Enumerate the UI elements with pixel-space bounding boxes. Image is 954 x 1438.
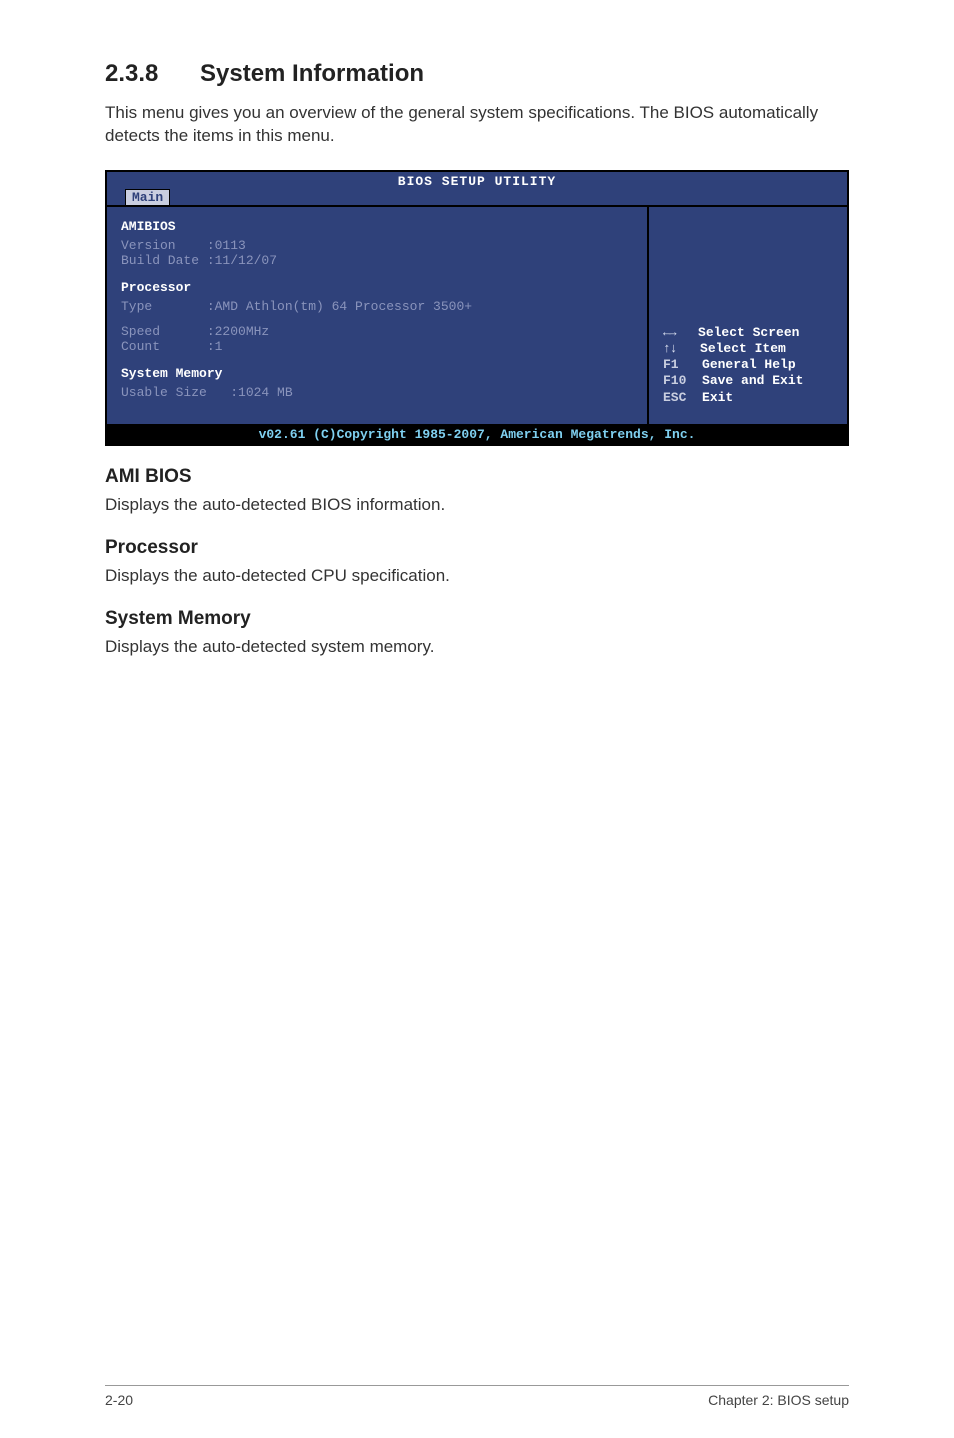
bios-usablesize-row: Usable Size :1024 MB	[121, 385, 633, 400]
bios-title: BIOS SETUP UTILITY	[107, 172, 847, 189]
section-intro: This menu gives you an overview of the g…	[105, 102, 849, 148]
arrows-up-down-icon: ↑↓	[663, 341, 677, 356]
bios-right-pane: ←→ Select Screen ↑↓ Select Item F1 Gener…	[649, 207, 847, 424]
bios-left-pane: AMIBIOS Version :0113 Build Date :11/12/…	[107, 207, 649, 424]
bios-body: AMIBIOS Version :0113 Build Date :11/12/…	[107, 205, 847, 424]
systemmemory-heading: System Memory	[105, 608, 849, 630]
bios-version-row: Version :0113	[121, 238, 633, 253]
bios-help-select-item: ↑↓ Select Item	[663, 341, 837, 357]
section-heading: 2.3.8System Information	[105, 60, 849, 88]
bios-speed-row: Speed :2200MHz	[121, 324, 633, 339]
bios-screenshot: BIOS SETUP UTILITY Main AMIBIOS Version …	[105, 170, 849, 446]
bios-processor-header: Processor	[121, 280, 633, 295]
amibios-heading: AMI BIOS	[105, 466, 849, 488]
bios-type-row: Type :AMD Athlon(tm) 64 Processor 3500+	[121, 299, 633, 314]
bios-help-select-screen: ←→ Select Screen	[663, 325, 837, 341]
footer-divider	[105, 1385, 849, 1386]
bios-help-save-exit: F10 Save and Exit	[663, 373, 837, 389]
bios-systemmemory-header: System Memory	[121, 366, 633, 381]
footer-chapter: Chapter 2: BIOS setup	[708, 1392, 849, 1408]
bios-help-block: ←→ Select Screen ↑↓ Select Item F1 Gener…	[663, 325, 837, 406]
arrows-left-right-icon: ←→	[663, 325, 675, 340]
bios-tab-row: Main	[107, 189, 847, 205]
bios-tab-main: Main	[125, 189, 170, 205]
bios-builddate-row: Build Date :11/12/07	[121, 253, 633, 268]
bios-amibios-header: AMIBIOS	[121, 219, 633, 234]
section-number: 2.3.8	[105, 60, 200, 88]
systemmemory-description: Displays the auto-detected system memory…	[105, 636, 849, 659]
processor-heading: Processor	[105, 537, 849, 559]
bios-help-general: F1 General Help	[663, 357, 837, 373]
page-content: 2.3.8System Information This menu gives …	[0, 0, 954, 659]
processor-description: Displays the auto-detected CPU specifica…	[105, 565, 849, 588]
page-footer: 2-20 Chapter 2: BIOS setup	[0, 1385, 954, 1408]
bios-copyright-footer: v02.61 (C)Copyright 1985-2007, American …	[107, 424, 847, 444]
amibios-description: Displays the auto-detected BIOS informat…	[105, 494, 849, 517]
section-title: System Information	[200, 60, 424, 87]
bios-help-exit: ESC Exit	[663, 390, 837, 406]
footer-page-number: 2-20	[105, 1392, 133, 1408]
bios-count-row: Count :1	[121, 339, 633, 354]
